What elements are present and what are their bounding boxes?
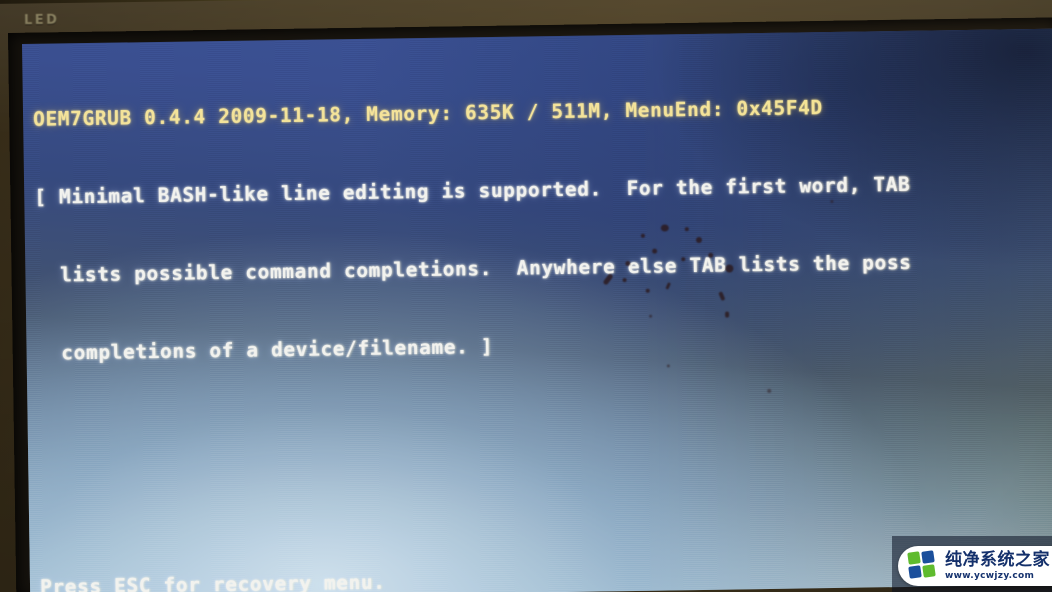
grub-help-line-1: [ Minimal BASH-like line editing is supp… bbox=[34, 172, 911, 209]
grub-help-line-3: completions of a device/filename. ] bbox=[36, 335, 494, 365]
laptop-photo: LED OEM7GRUB 0.4.4 2009-11-18, Memory: 6… bbox=[0, 0, 1052, 592]
led-bezel-label: LED bbox=[23, 12, 60, 29]
watermark-site-name: 纯净系统之家 bbox=[945, 549, 1050, 570]
grub-console[interactable]: OEM7GRUB 0.4.4 2009-11-18, Memory: 635K … bbox=[22, 28, 1052, 592]
watermark-pill: 纯净系统之家 www.ycwjzy.com bbox=[898, 546, 1052, 586]
grub-version-line: OEM7GRUB 0.4.4 2009-11-18, Memory: 635K … bbox=[32, 96, 823, 131]
site-watermark: 纯净系统之家 www.ycwjzy.com bbox=[892, 536, 1052, 592]
watermark-site-url: www.ycwjzy.com bbox=[945, 570, 1035, 581]
lcd-screen: OEM7GRUB 0.4.4 2009-11-18, Memory: 635K … bbox=[22, 28, 1052, 592]
console-spacer-1 bbox=[38, 429, 1052, 496]
watermark-text-group: 纯净系统之家 www.ycwjzy.com bbox=[945, 549, 1050, 581]
grub-help-line-2: lists possible command completions. Anyw… bbox=[35, 250, 912, 287]
brand-logo-icon bbox=[907, 550, 938, 581]
